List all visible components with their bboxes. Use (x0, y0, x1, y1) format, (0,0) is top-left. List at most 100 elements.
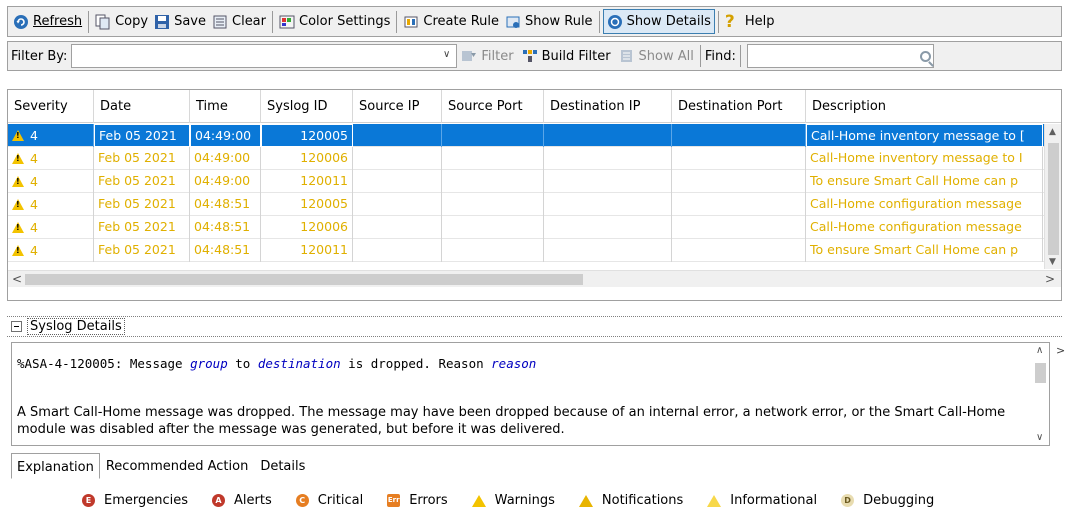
column-header-description[interactable]: Description (806, 90, 1061, 123)
create-rule-icon (403, 14, 419, 30)
legend-item-informational: Informational (707, 493, 817, 508)
message-to: to (227, 356, 258, 371)
severity-cell: 4 (8, 239, 94, 262)
table-vertical-scrollbar[interactable]: ▲ ▼ (1044, 124, 1061, 269)
show-all-label: Show All (638, 48, 694, 64)
scroll-down-icon[interactable]: ▼ (1049, 257, 1056, 267)
tab-details[interactable]: Details (254, 455, 311, 479)
destination-port-cell (672, 193, 806, 216)
help-icon: ? (724, 11, 735, 32)
message-group-token: group (190, 356, 228, 371)
table-row[interactable]: 4 Feb 05 2021 04:49:00 120005 Call-Home … (8, 124, 1045, 147)
source-port-cell (442, 170, 544, 193)
chevron-up-icon[interactable]: ∧ (1036, 345, 1043, 356)
legend-label: Debugging (863, 493, 935, 508)
syslog-id-cell: 120005 (261, 124, 353, 147)
explanation-text: A Smart Call-Home message was dropped. T… (17, 405, 1006, 437)
scroll-right-icon[interactable]: > (1045, 272, 1055, 286)
chevron-right-icon[interactable]: > (1056, 344, 1065, 357)
help-button[interactable]: ? Help (722, 9, 778, 34)
table-row[interactable]: 4 Feb 05 2021 04:48:51 120005 Call-Home … (8, 193, 1045, 216)
build-filter-button[interactable]: Build Filter (518, 49, 615, 64)
table-row[interactable]: 4 Feb 05 2021 04:49:00 120006 Call-Home … (8, 147, 1045, 170)
scroll-thumb[interactable] (25, 274, 583, 285)
scroll-up-icon[interactable]: ▲ (1049, 127, 1056, 137)
column-header-destination-port[interactable]: Destination Port (672, 90, 806, 123)
color-settings-icon (279, 14, 295, 30)
color-settings-button[interactable]: Color Settings (276, 9, 393, 34)
column-header-source-port[interactable]: Source Port (442, 90, 544, 123)
destination-port-cell (672, 170, 806, 193)
scroll-thumb[interactable] (1035, 363, 1046, 383)
find-label: Find: (704, 48, 736, 64)
create-rule-button[interactable]: Create Rule (400, 9, 502, 34)
copy-button[interactable]: Copy (92, 9, 151, 34)
description-cell: Call-Home inventory message to [ (806, 124, 1043, 147)
warning-icon (12, 222, 24, 233)
syslog-details-header[interactable]: Syslog Details (7, 316, 1062, 337)
syslog-id-cell: 120011 (261, 170, 353, 193)
destination-port-cell (672, 124, 806, 147)
toolbar-separator (396, 10, 398, 33)
tab-explanation[interactable]: Explanation (11, 453, 100, 479)
collapse-icon[interactable] (11, 321, 22, 332)
errors-icon: Err (387, 494, 401, 507)
table-row[interactable]: 4 Feb 05 2021 04:49:00 120011 To ensure … (8, 170, 1045, 193)
scroll-thumb[interactable] (1048, 143, 1059, 255)
warning-icon (12, 199, 24, 210)
destination-ip-cell (544, 193, 672, 216)
message-prefix: %ASA-4-120005: Message (17, 356, 191, 371)
clear-button[interactable]: Clear (209, 9, 269, 34)
description-cell: Call-Home inventory message to I (806, 147, 1043, 170)
legend-item-alerts: A Alerts (212, 493, 272, 508)
legend-label: Informational (730, 493, 818, 508)
tab-recommended-action[interactable]: Recommended Action (100, 455, 254, 479)
syslog-id-cell: 120005 (261, 193, 353, 216)
time-cell: 04:49:00 (190, 147, 261, 170)
filter-button[interactable]: Filter (457, 49, 517, 64)
warnings-icon (471, 494, 486, 507)
find-input[interactable] (746, 44, 934, 68)
table-row[interactable]: 4 Feb 05 2021 04:48:51 120011 To ensure … (8, 239, 1045, 262)
severity-cell: 4 (8, 170, 94, 193)
column-header-syslog-id[interactable]: Syslog ID (261, 90, 353, 123)
column-header-severity[interactable]: Severity (8, 90, 94, 123)
source-ip-cell (353, 193, 442, 216)
column-header-destination-ip[interactable]: Destination IP (544, 90, 672, 123)
table-row[interactable]: 4 Feb 05 2021 04:48:51 120006 Call-Home … (8, 216, 1045, 239)
column-header-time[interactable]: Time (190, 90, 261, 123)
refresh-icon (13, 14, 29, 30)
table-horizontal-scrollbar[interactable]: < > (8, 270, 1061, 287)
chevron-down-icon[interactable]: ∨ (443, 49, 450, 60)
color-settings-label: Color Settings (299, 14, 391, 29)
severity-cell: 4 (8, 216, 94, 239)
show-all-button[interactable]: Show All (615, 49, 698, 64)
date-cell: Feb 05 2021 (94, 193, 190, 216)
legend-item-debugging: D Debugging (841, 493, 934, 508)
chevron-down-icon[interactable]: ∨ (1036, 432, 1043, 443)
search-icon[interactable] (919, 51, 931, 62)
notifications-icon (578, 494, 593, 507)
show-rule-button[interactable]: Show Rule (502, 9, 596, 34)
legend-item-notifications: Notifications (578, 493, 683, 508)
show-rule-icon (505, 14, 521, 30)
source-ip-cell (353, 124, 442, 147)
filter-by-combo[interactable]: ∨ (71, 44, 458, 68)
create-rule-label: Create Rule (423, 14, 500, 29)
show-details-button[interactable]: Show Details (602, 9, 715, 34)
severity-cell: 4 (8, 193, 94, 216)
scroll-left-icon[interactable]: < (12, 272, 22, 286)
destination-ip-cell (544, 216, 672, 239)
severity-value: 4 (30, 173, 38, 189)
filter-by-label: Filter By: (11, 48, 68, 64)
source-port-cell (442, 124, 544, 147)
details-vertical-scrollbar[interactable]: ∧ ∨ (1032, 343, 1049, 445)
filter-label: Filter (481, 48, 514, 64)
legend-item-errors: Err Errors (387, 493, 448, 508)
refresh-button[interactable]: Refresh (10, 9, 85, 34)
description-cell: To ensure Smart Call Home can p (806, 239, 1043, 262)
show-rule-label: Show Rule (525, 14, 593, 29)
save-button[interactable]: Save (151, 9, 209, 34)
column-header-date[interactable]: Date (94, 90, 190, 123)
column-header-source-ip[interactable]: Source IP (353, 90, 442, 123)
